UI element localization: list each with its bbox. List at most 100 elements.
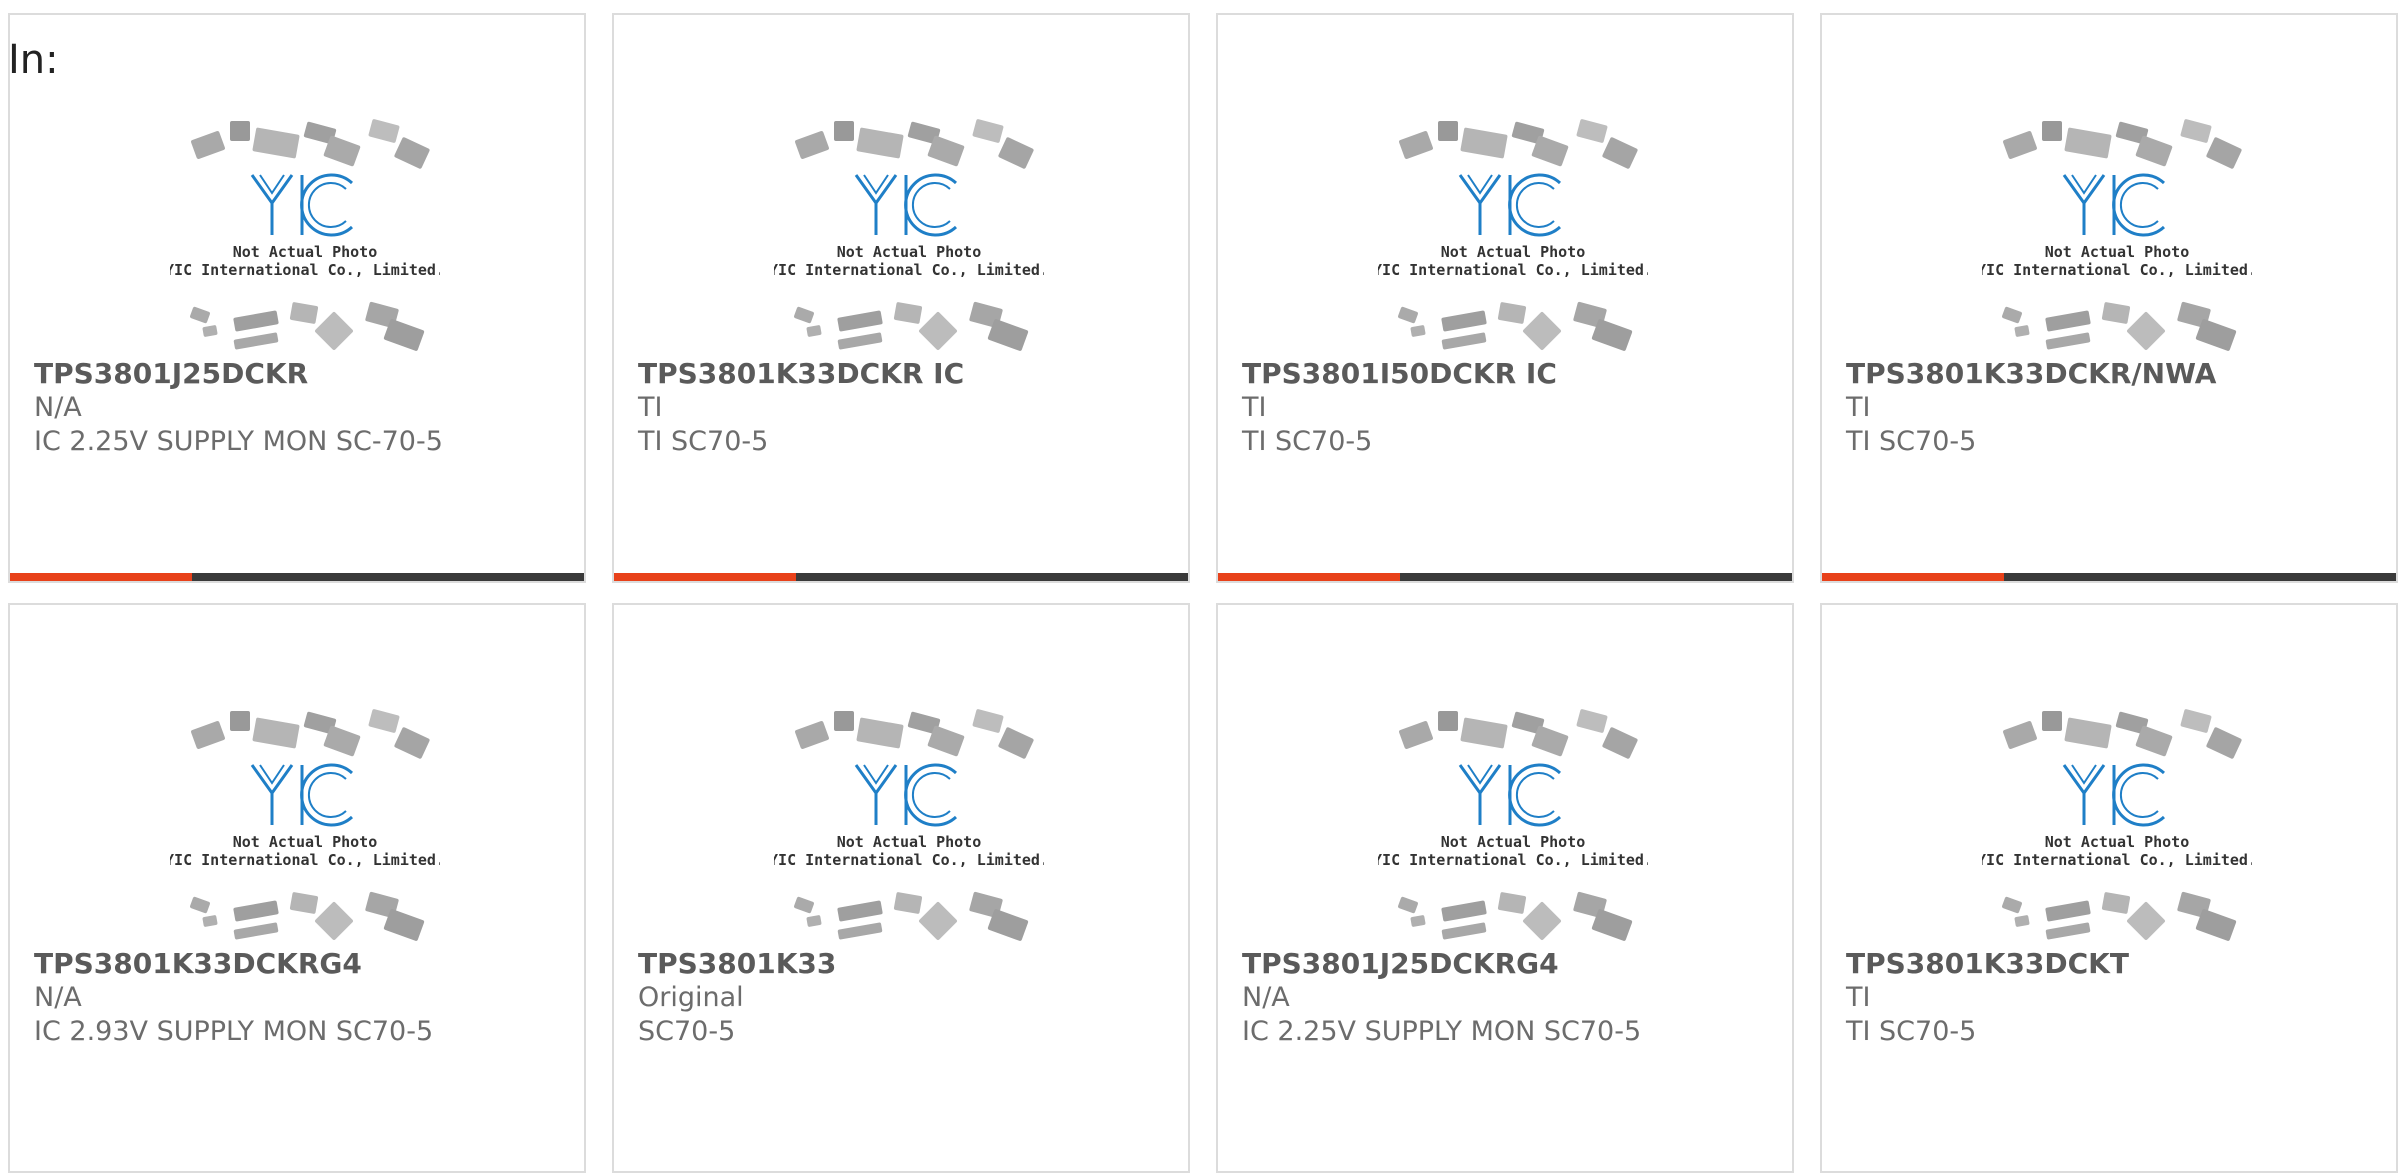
chip-icon [2195,319,2237,351]
product-part-number[interactable]: TPS3801J25DCKR [34,357,568,391]
product-part-number[interactable]: TPS3801K33DCKR IC [638,357,1172,391]
chip-icon [1441,310,1487,332]
chip-icon [2014,325,2030,337]
chip-icon [233,310,279,332]
yic-placeholder-image: Not Actual PhotoYIC International Co., L… [170,119,440,351]
product-manufacturer: TI [638,392,663,423]
product-card[interactable]: Not Actual Photo YIC International Co., L… [1216,603,1794,1173]
chip-icon [1576,119,1608,143]
chip-icon [394,727,430,759]
product-part-number[interactable]: TPS3801K33DCKRG4 [34,947,568,981]
product-part-number[interactable]: TPS3801J25DCKRG4 [1242,947,1776,981]
top-chips-group [2003,119,2242,169]
product-card[interactable]: Not Actual Photo YIC International Co., L… [1820,13,2398,583]
chip-icon [383,319,425,351]
product-photo-placeholder: Not Actual Photo YIC International Co., L… [774,693,1044,943]
product-part-number[interactable]: TPS3801I50DCKR IC [1242,357,1776,391]
chip-icon [1399,721,1433,749]
product-card[interactable]: Not Actual Photo YIC International Co., L… [612,13,1190,583]
chip-icon [230,711,250,731]
chip-icon [2002,306,2022,324]
yic-logo [2062,173,2166,237]
product-card[interactable]: Not Actual Photo YIC International Co., L… [8,603,586,1173]
chip-icon [289,302,319,324]
company-name-text: YIC International Co., Limited. [1982,851,2252,869]
yic-placeholder-image: Not Actual PhotoYIC International Co., L… [774,119,1044,351]
not-actual-photo-text: Not Actual Photo [1441,243,1586,261]
product-description: SC70-5 [638,1016,736,1047]
product-grid: Not Actual Photo YIC International Co., L… [8,13,2398,1173]
chip-icon [1591,319,1633,351]
product-part-number[interactable]: TPS3801K33DCKR/NWA [1846,357,2380,391]
chip-icon [893,892,923,914]
bottom-chips-group [1398,891,1633,941]
yic-logo [854,173,958,237]
yic-logo-c-inner [307,772,347,818]
product-manufacturer: N/A [34,982,82,1013]
chip-icon [837,922,883,940]
chip-icon [2101,892,2131,914]
top-chips-group [1399,119,1638,169]
card-bottom-bar [1822,573,2396,581]
product-card[interactable]: Not Actual Photo YIC International Co., L… [612,603,1190,1173]
yic-placeholder-image: Not Actual PhotoYIC International Co., L… [1378,119,1648,351]
card-bottom-bar [1218,573,1792,581]
product-description: TI SC70-5 [638,426,769,457]
product-photo-placeholder: Not Actual Photo YIC International Co., L… [1982,693,2252,943]
chip-icon [1576,709,1608,733]
product-part-number[interactable]: TPS3801K33DCKT [1846,947,2380,981]
product-card[interactable]: Not Actual Photo YIC International Co., L… [1820,603,2398,1173]
company-name-text: YIC International Co., Limited. [774,851,1044,869]
top-chips-group [191,709,430,759]
chip-icon [190,306,210,324]
product-card[interactable]: Not Actual Photo YIC International Co., L… [8,13,586,583]
product-info: TPS3801I50DCKR IC TI TI SC70-5 [1242,357,1776,459]
chip-icon [1497,302,1527,324]
company-name-text: YIC International Co., Limited. [1378,261,1648,279]
chip-icon [368,119,400,143]
chip-icon [919,902,957,940]
card-bottom-bar-accent [1218,573,1400,581]
product-photo-placeholder: Not Actual Photo YIC International Co., L… [170,693,440,943]
chip-icon [794,306,814,324]
top-chips-group [1399,709,1638,759]
product-card[interactable]: Not Actual Photo YIC International Co., L… [1216,13,1794,583]
yic-logo-y [250,764,294,825]
chip-icon [289,892,319,914]
product-description: TI SC70-5 [1846,1016,1977,1047]
product-manufacturer: TI [1846,982,1871,1013]
not-actual-photo-text: Not Actual Photo [1441,833,1586,851]
chip-icon [2014,915,2030,927]
yic-logo-c-inner [911,182,951,228]
bottom-chips-group [190,301,425,351]
chip-icon [998,727,1034,759]
product-part-number[interactable]: TPS3801K33 [638,947,1172,981]
product-manufacturer: TI [1242,392,1267,423]
chip-icon [1602,727,1638,759]
chip-icon [2127,902,2165,940]
chip-icon [191,131,225,159]
chip-icon [233,922,279,940]
chip-icon [1399,131,1433,159]
product-description: IC 2.25V SUPPLY MON SC-70-5 [34,426,443,457]
yic-logo-y [854,174,898,235]
chip-icon [1410,915,1426,927]
not-actual-photo-text: Not Actual Photo [233,243,378,261]
chip-icon [2180,709,2212,733]
chip-icon [919,312,957,350]
product-description: TI SC70-5 [1242,426,1373,457]
chip-icon [2002,896,2022,914]
bottom-chips-group [190,891,425,941]
not-actual-photo-text: Not Actual Photo [233,833,378,851]
chip-icon [2042,711,2062,731]
yic-logo-y [854,764,898,825]
chip-icon [191,721,225,749]
top-chips-group [795,709,1034,759]
chip-icon [2180,119,2212,143]
chip-icon [987,319,1029,351]
chip-icon [1438,711,1458,731]
chip-icon [230,121,250,141]
chip-icon [972,119,1004,143]
product-info: TPS3801J25DCKR N/A IC 2.25V SUPPLY MON S… [34,357,568,459]
chip-icon [233,332,279,350]
